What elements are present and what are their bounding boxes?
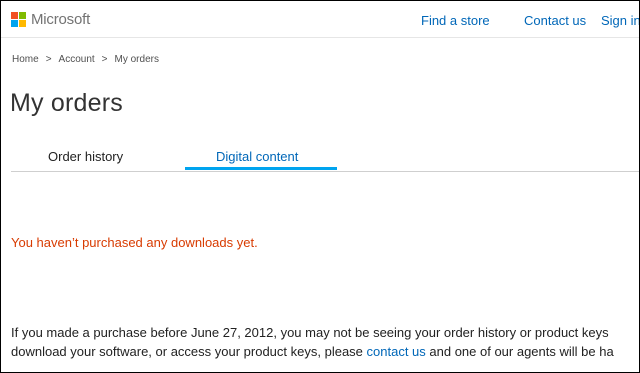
site-header: Microsoft Find a store Contact us Sign i… bbox=[1, 1, 639, 38]
logo-square-yellow bbox=[19, 20, 26, 27]
page-title: My orders bbox=[10, 89, 123, 117]
order-history-notice: If you made a purchase before June 27, 2… bbox=[11, 323, 614, 361]
breadcrumb-home[interactable]: Home bbox=[12, 54, 39, 65]
breadcrumb-separator: > bbox=[45, 54, 52, 65]
contact-us-inline-link[interactable]: contact us bbox=[367, 344, 426, 359]
logo-square-green bbox=[19, 12, 26, 19]
find-a-store-link[interactable]: Find a store bbox=[421, 13, 490, 28]
contact-us-link[interactable]: Contact us bbox=[524, 13, 586, 28]
microsoft-logo[interactable]: Microsoft bbox=[11, 11, 90, 28]
tab-digital-content[interactable]: Digital content bbox=[216, 149, 298, 164]
notice-line-1: If you made a purchase before June 27, 2… bbox=[11, 325, 609, 340]
logo-square-red bbox=[11, 12, 18, 19]
logo-square-blue bbox=[11, 20, 18, 27]
microsoft-logo-icon bbox=[11, 12, 26, 27]
page-frame: Microsoft Find a store Contact us Sign i… bbox=[0, 0, 640, 373]
notice-line-2: download your software, or access your p… bbox=[11, 342, 614, 361]
breadcrumb: Home > Account > My orders bbox=[12, 54, 159, 65]
logo-text: Microsoft bbox=[31, 11, 91, 28]
notice-text-before-link: download your software, or access your p… bbox=[11, 344, 367, 359]
notice-text-after-link: and one of our agents will be ha bbox=[425, 344, 614, 359]
breadcrumb-current: My orders bbox=[114, 54, 159, 65]
sign-in-link[interactable]: Sign in bbox=[601, 13, 639, 28]
active-tab-indicator bbox=[185, 167, 337, 170]
empty-downloads-message: You haven’t purchased any downloads yet. bbox=[11, 235, 258, 250]
breadcrumb-separator: > bbox=[101, 54, 108, 65]
tab-order-history[interactable]: Order history bbox=[48, 149, 123, 164]
orders-tabs: Order history Digital content bbox=[11, 141, 639, 172]
breadcrumb-account[interactable]: Account bbox=[59, 54, 95, 65]
